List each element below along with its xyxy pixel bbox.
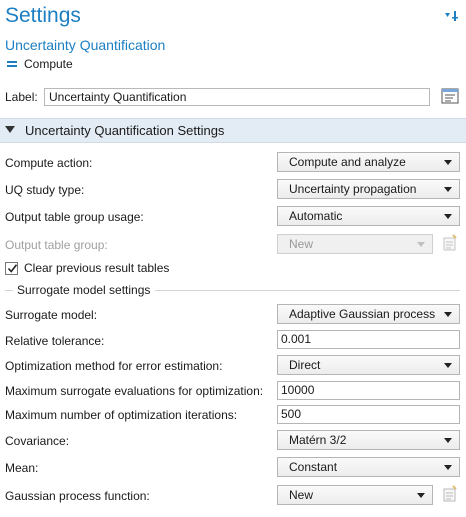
- output-table-group-usage-select[interactable]: Automatic: [277, 206, 460, 226]
- chevron-down-icon: [444, 438, 452, 443]
- mean-select[interactable]: Constant: [277, 457, 460, 477]
- section-title: Uncertainty Quantification Settings: [25, 123, 225, 138]
- group-divider: [5, 290, 13, 291]
- surrogate-model-value: Adaptive Gaussian process: [289, 307, 436, 321]
- group-divider: [155, 290, 460, 291]
- compute-action-label: Compute action:: [5, 156, 93, 170]
- compute-button[interactable]: Compute: [7, 56, 73, 72]
- edit-label-icon[interactable]: [440, 87, 460, 107]
- output-table-group-select[interactable]: New: [277, 234, 433, 254]
- page-title: Settings: [5, 4, 81, 27]
- max-surrogate-evals-input[interactable]: 10000: [277, 381, 460, 400]
- chevron-down-icon: [444, 363, 452, 368]
- clear-previous-label: Clear previous result tables: [24, 261, 170, 275]
- node-subtitle: Uncertainty Quantification: [5, 37, 166, 53]
- chevron-down-icon: [417, 493, 425, 498]
- compute-action-value: Compute and analyze: [289, 155, 406, 169]
- compute-action-select[interactable]: Compute and analyze: [277, 152, 460, 172]
- surrogate-model-select[interactable]: Adaptive Gaussian process: [277, 304, 460, 324]
- compute-label: Compute: [24, 57, 73, 71]
- chevron-down-icon: [444, 465, 452, 470]
- optimization-method-select[interactable]: Direct: [277, 355, 460, 375]
- chevron-down-icon: [444, 312, 452, 317]
- mean-label: Mean:: [5, 461, 39, 475]
- gp-function-value: New: [289, 488, 314, 502]
- chevron-down-icon: [444, 160, 452, 165]
- checkmark-icon: [7, 264, 18, 273]
- covariance-label: Covariance:: [5, 434, 70, 448]
- gp-function-select[interactable]: New: [277, 485, 433, 505]
- chevron-down-icon: [444, 214, 452, 219]
- output-table-group-usage-value: Automatic: [289, 209, 343, 223]
- output-table-group-add-icon[interactable]: [441, 234, 459, 254]
- pin-menu-icon[interactable]: [444, 11, 458, 21]
- uq-study-type-select[interactable]: Uncertainty propagation: [277, 179, 460, 199]
- gp-function-add-icon[interactable]: [441, 485, 459, 505]
- compute-icon: [7, 60, 18, 68]
- mean-value: Constant: [289, 460, 338, 474]
- chevron-down-icon: [417, 242, 425, 247]
- uq-study-type-label: UQ study type:: [5, 183, 85, 197]
- output-table-group-label: Output table group:: [5, 238, 108, 252]
- surrogate-model-label: Surrogate model:: [5, 308, 98, 322]
- gp-function-label: Gaussian process function:: [5, 489, 150, 503]
- optimization-method-label: Optimization method for error estimation…: [5, 359, 223, 373]
- collapse-triangle-icon[interactable]: [5, 126, 15, 133]
- label-field[interactable]: [44, 88, 430, 106]
- surrogate-group-label: Surrogate model settings: [17, 283, 151, 297]
- uq-study-type-value: Uncertainty propagation: [289, 182, 417, 196]
- max-surrogate-evals-label: Maximum surrogate evaluations for optimi…: [5, 384, 264, 398]
- chevron-down-icon: [444, 187, 452, 192]
- output-table-group-value: New: [289, 237, 314, 251]
- output-table-group-usage-label: Output table group usage:: [5, 210, 144, 224]
- clear-previous-checkbox[interactable]: [5, 262, 18, 275]
- relative-tolerance-input[interactable]: 0.001: [277, 330, 460, 349]
- max-opt-iterations-input[interactable]: 500: [277, 405, 460, 424]
- max-opt-iterations-label: Maximum number of optimization iteration…: [5, 408, 238, 422]
- label-caption: Label:: [5, 90, 38, 104]
- relative-tolerance-label: Relative tolerance:: [5, 334, 105, 348]
- optimization-method-value: Direct: [289, 358, 321, 372]
- covariance-value: Matérn 3/2: [289, 433, 347, 447]
- covariance-select[interactable]: Matérn 3/2: [277, 430, 460, 450]
